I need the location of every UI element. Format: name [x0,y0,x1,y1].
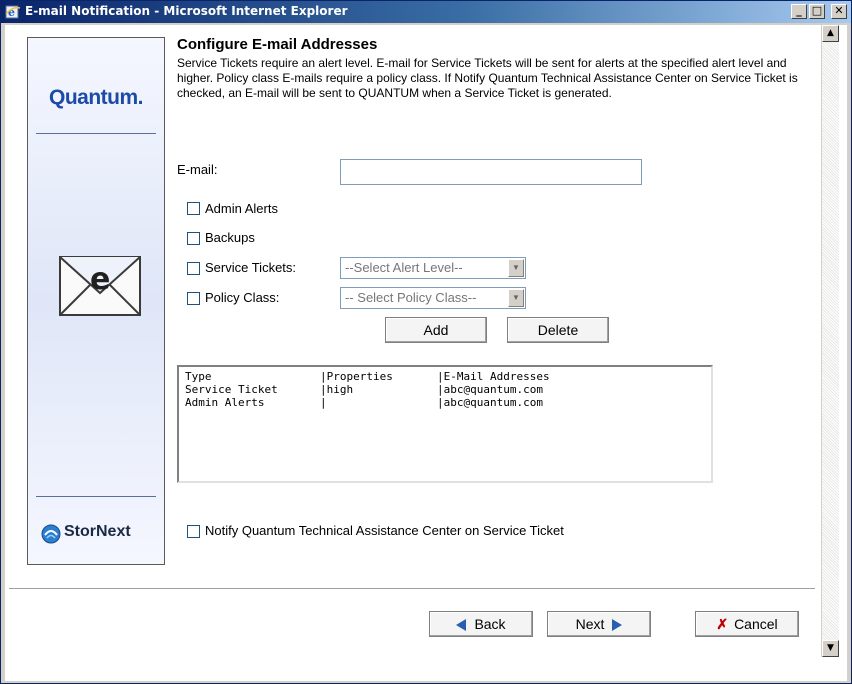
delete-button[interactable]: Delete [507,317,609,343]
email-input[interactable] [340,159,642,185]
list-header-row: Type |Properties |E-Mail Addresses [185,370,705,383]
arrow-right-icon [612,619,623,632]
list-item[interactable]: Service Ticket |high |abc@quantum.com [185,383,705,396]
list-cell-properties: |high [320,383,354,396]
next-label: Next [575,616,605,632]
back-label: Back [474,616,506,632]
arrow-left-icon [456,619,467,632]
chevron-down-icon[interactable]: ▼ [508,289,524,307]
page-description: Service Tickets require an alert level. … [177,56,798,100]
list-cell-email: |abc@quantum.com [437,396,543,409]
back-button[interactable]: Back [429,611,533,637]
divider [36,496,156,497]
notify-tac-label: Notify Quantum Technical Assistance Cent… [205,523,564,538]
alert-level-select[interactable]: --Select Alert Level-- ▼ [340,257,526,279]
admin-alerts-label: Admin Alerts [205,201,278,216]
notify-tac-checkbox[interactable] [187,525,200,538]
list-item[interactable]: Admin Alerts | |abc@quantum.com [185,396,705,409]
scroll-up-arrow-icon[interactable]: ▲ [822,25,839,42]
window-title: E-mail Notification - Microsoft Internet… [25,4,348,18]
footer-divider [9,588,815,590]
svg-text:e: e [90,262,110,297]
email-envelope-icon: e [59,256,141,316]
email-label: E-mail: [177,162,218,177]
next-button[interactable]: Next [547,611,651,637]
storenext-globe-icon [41,524,61,544]
policy-class-checkbox[interactable] [187,292,200,305]
list-cell-type: Admin Alerts [185,396,265,409]
column-header-type: Type [185,370,212,383]
brand-panel: Quantum. e StorNext [27,37,165,565]
add-button[interactable]: Add [385,317,487,343]
close-button[interactable]: ✕ [831,4,847,19]
page-title: Configure E-mail Addresses [177,36,378,53]
policy-class-label: Policy Class: [205,290,280,305]
alert-level-select-value: --Select Alert Level-- [345,260,463,275]
service-tickets-label: Service Tickets: [205,260,297,275]
internet-explorer-icon: e [5,5,21,19]
cancel-label: Cancel [734,616,778,632]
browser-window: e E-mail Notification - Microsoft Intern… [0,0,852,684]
policy-class-select[interactable]: -- Select Policy Class-- ▼ [340,287,526,309]
backups-label: Backups [205,230,255,245]
divider [36,133,156,134]
email-address-list[interactable]: Type |Properties |E-Mail Addresses Servi… [177,365,713,483]
scroll-down-arrow-icon[interactable]: ▼ [822,640,839,657]
page-content: Quantum. e StorNext Configure E-mail Add… [5,25,847,681]
column-header-email: |E-Mail Addresses [437,370,550,383]
column-header-properties: |Properties [320,370,393,383]
list-cell-properties: | [320,396,327,409]
admin-alerts-checkbox[interactable] [187,202,200,215]
vertical-scrollbar[interactable]: ▲ ▼ [821,25,839,657]
list-cell-email: |abc@quantum.com [437,383,543,396]
list-cell-type: Service Ticket [185,383,278,396]
cancel-x-icon: ✗ [716,616,729,632]
title-bar[interactable]: e E-mail Notification - Microsoft Intern… [1,1,851,23]
storenext-logo-text: StorNext [64,523,131,540]
cancel-button[interactable]: ✗ Cancel [695,611,799,637]
chevron-down-icon[interactable]: ▼ [508,259,524,277]
minimize-button[interactable]: _ [791,4,807,19]
policy-class-select-value: -- Select Policy Class-- [345,290,477,305]
maximize-button[interactable]: □ [809,4,825,19]
quantum-logo: Quantum. [49,86,144,109]
service-tickets-checkbox[interactable] [187,262,200,275]
backups-checkbox[interactable] [187,232,200,245]
